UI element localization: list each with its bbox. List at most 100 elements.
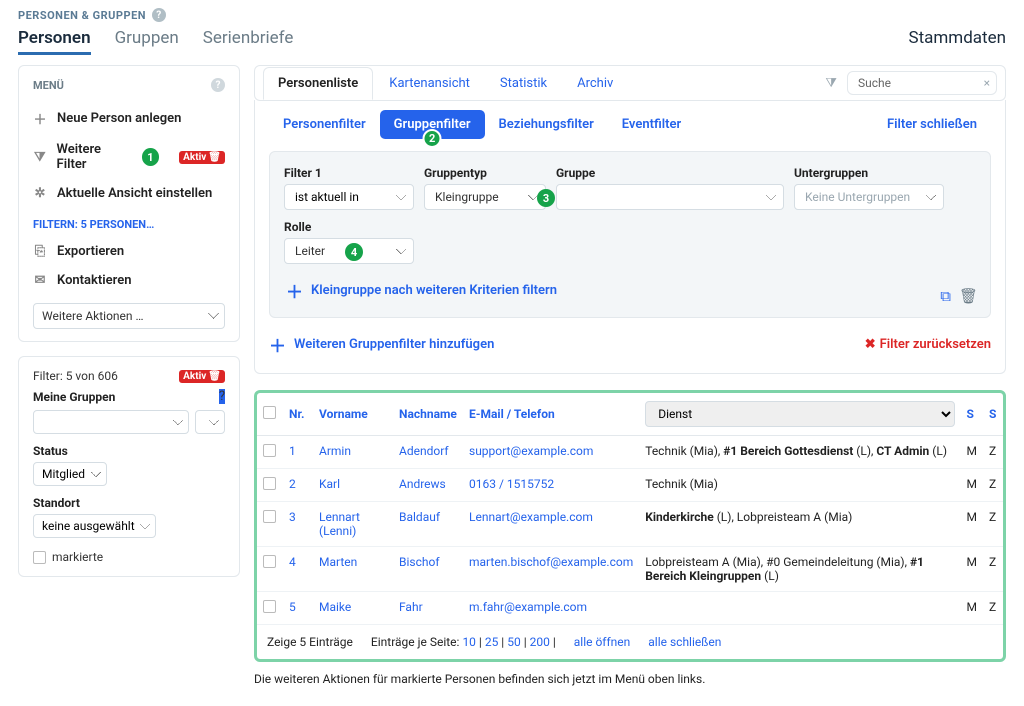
row-email[interactable]: marten.bischof@example.com [469,555,633,569]
row-checkbox[interactable] [263,600,276,613]
row-nachname[interactable]: Adendorf [399,444,449,458]
col-email[interactable]: E-Mail / Telefon [463,393,639,436]
more-criteria-link[interactable]: ＋Kleingruppe nach weiteren Kriterien fil… [286,278,976,303]
more-actions-select[interactable]: Weitere Aktionen … [33,303,225,329]
menu-more-filters[interactable]: ⧩ Weitere Filter 1 Aktiv 🗑 [33,135,225,179]
row-vorname[interactable]: Lennart (Lenni) [319,510,360,538]
row-vorname[interactable]: Maike [319,600,351,614]
row-nr[interactable]: 3 [289,510,296,524]
menu-config-view[interactable]: ✲Aktuelle Ansicht einstellen [33,179,225,208]
table-row: 5 Maike Fahr m.fahr@example.com MZ [257,592,1003,625]
trash-icon[interactable]: 🗑 [959,287,978,305]
my-groups-menu[interactable] [195,410,225,434]
tab-eventfilter[interactable]: Eventfilter [608,110,695,139]
help-icon[interactable]: ? [211,78,225,92]
aktiv-badge[interactable]: Aktiv 🗑 [179,151,225,164]
row-z[interactable]: Z [983,436,1003,469]
row-email[interactable]: 0163 / 1515752 [469,477,554,491]
gruppentyp-select[interactable]: Kleingruppe3 [424,184,546,210]
my-groups-select[interactable] [33,410,189,434]
filter-icon: ⧩ [33,150,47,165]
hint-text: Die weiteren Aktionen für markierte Pers… [254,672,1006,686]
menu-contact[interactable]: ✉Kontaktieren [33,266,225,295]
tab-gruppen[interactable]: Gruppen [115,28,179,55]
tab-stammdaten[interactable]: Stammdaten [908,28,1006,48]
row-m[interactable]: M [961,469,983,502]
search-input[interactable]: Suche× [847,71,997,95]
row-checkbox[interactable] [263,477,276,490]
row-nr[interactable]: 1 [289,444,296,458]
row-dienst [639,592,960,625]
filter1-select[interactable]: ist aktuell in [284,184,414,210]
tab-beziehungsfilter[interactable]: Beziehungsfilter [485,110,608,139]
row-vorname[interactable]: Armin [319,444,351,458]
tab-personenfilter[interactable]: Personenfilter [269,110,380,139]
export-icon: ⎘ [33,244,47,259]
row-email[interactable]: Lennart@example.com [469,510,593,524]
col-vorname[interactable]: Vorname [313,393,393,436]
row-dienst: Lobpreisteam A (Mia), #0 Gemeindeleitung… [639,547,960,592]
table-footer: Zeige 5 Einträge Einträge je Seite: 10 |… [257,625,1003,659]
row-nr[interactable]: 4 [289,555,296,569]
row-z[interactable]: Z [983,502,1003,547]
col-s2[interactable]: S [983,393,1003,436]
clear-icon[interactable]: × [984,76,990,90]
untergruppen-select[interactable]: Keine Untergruppen [794,184,944,210]
row-dienst: Kinderkirche (L), Lobpreisteam A (Mia) [639,502,960,547]
location-select[interactable]: keine ausgewählt [33,514,156,538]
mail-icon: ✉ [33,273,47,288]
help-icon[interactable]: ? [219,389,225,404]
tab-statistik[interactable]: Statistik [486,68,561,99]
row-email[interactable]: support@example.com [469,444,593,458]
gear-icon: ✲ [33,186,47,201]
tab-archiv[interactable]: Archiv [563,68,627,99]
row-checkbox[interactable] [263,510,276,523]
row-nachname[interactable]: Fahr [399,600,423,614]
row-dienst: Technik (Mia), #1 Bereich Gottesdienst (… [639,436,960,469]
step-4-badge: 4 [345,243,363,261]
row-z[interactable]: Z [983,547,1003,592]
col-nr[interactable]: Nr. [283,393,313,436]
dienst-select[interactable]: Dienst [645,401,954,427]
rolle-select[interactable]: Leiter4 [284,238,414,264]
tab-personenliste[interactable]: Personenliste [263,67,373,100]
col-s1[interactable]: S [961,393,983,436]
row-checkbox[interactable] [263,555,276,568]
table-row: 3 Lennart (Lenni) Baldauf Lennart@example.c… [257,502,1003,547]
tab-personen[interactable]: Personen [18,28,91,55]
aktiv-badge[interactable]: Aktiv 🗑 [179,370,225,383]
row-m[interactable]: M [961,436,983,469]
row-nachname[interactable]: Andrews [399,477,446,491]
row-m[interactable]: M [961,502,983,547]
copy-icon[interactable]: ⧉ [940,287,951,305]
row-z[interactable]: Z [983,469,1003,502]
row-nachname[interactable]: Bischof [399,555,440,569]
select-all-checkbox[interactable] [263,406,276,419]
add-groupfilter-link[interactable]: ＋Weiteren Gruppenfilter hinzufügen [269,332,494,357]
col-nachname[interactable]: Nachname [393,393,463,436]
filter-icon[interactable]: ⧩ [817,76,845,91]
row-nr[interactable]: 2 [289,477,296,491]
row-nr[interactable]: 5 [289,600,296,614]
row-m[interactable]: M [961,592,983,625]
row-z[interactable]: Z [983,592,1003,625]
row-vorname[interactable]: Karl [319,477,340,491]
close-filter[interactable]: Filter schließen [873,110,991,139]
marked-checkbox[interactable]: markierte [33,550,225,564]
status-select[interactable]: Mitglied [33,462,107,486]
row-nachname[interactable]: Baldauf [399,510,440,524]
tab-gruppenfilter[interactable]: Gruppenfilter2 [380,110,485,139]
row-vorname[interactable]: Marten [319,555,357,569]
filter1-label: Filter 1 [284,166,414,180]
tab-kartenansicht[interactable]: Kartenansicht [375,68,484,99]
row-checkbox[interactable] [263,444,276,457]
gruppe-select[interactable] [556,184,784,210]
reset-filter[interactable]: ✖ Filter zurücksetzen [865,337,991,352]
help-icon[interactable]: ? [152,8,166,22]
menu-export[interactable]: ⎘Exportieren [33,237,225,266]
menu-new-person[interactable]: ＋Neue Person anlegen [33,102,225,135]
row-email[interactable]: m.fahr@example.com [469,600,587,614]
filter-count-link[interactable]: FILTERN: 5 PERSONEN… [33,218,225,231]
row-m[interactable]: M [961,547,983,592]
tab-serienbriefe[interactable]: Serienbriefe [203,28,294,55]
